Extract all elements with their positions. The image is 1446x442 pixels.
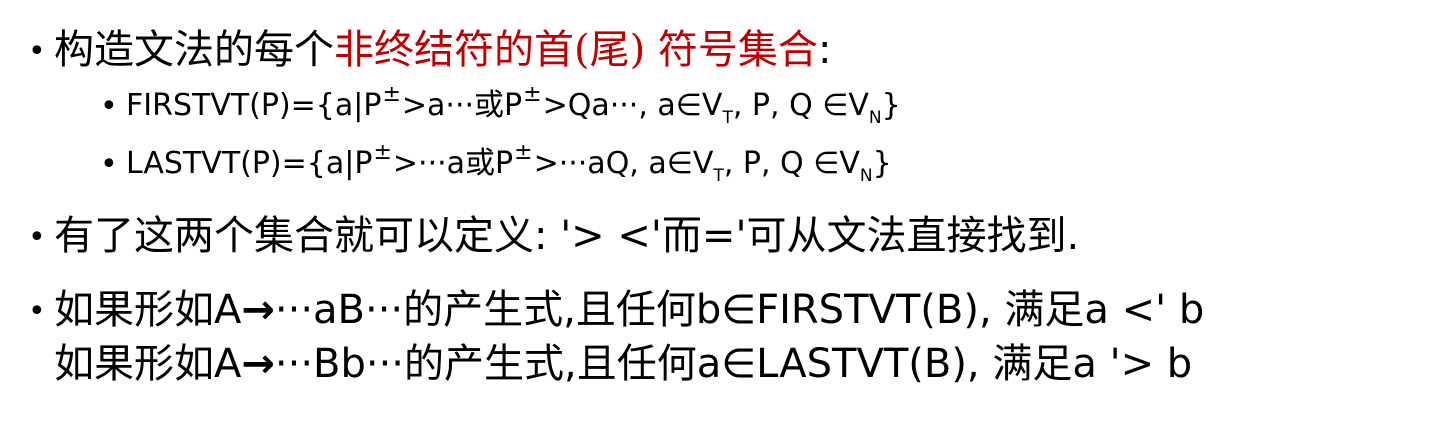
line1-suffix: :	[817, 27, 832, 73]
bullet-icon: •	[100, 88, 118, 124]
bullet-icon: •	[28, 294, 46, 329]
line1-highlight: 非终结符的首(尾) 符号集合	[334, 27, 818, 73]
lastvt-definition: • LASTVT(P)={a|P±>···a或P±>···aQ, a∈VT, P,…	[100, 142, 892, 185]
lastvt-part4: , P, Q ∈V	[723, 146, 860, 181]
bullet-line-relations: • 有了这两个集合就可以定义: '> <'而='可从文法直接找到.	[28, 216, 1079, 256]
firstvt-part3: >Qa···, a∈V	[542, 88, 723, 123]
plus-minus-icon: ±	[373, 140, 392, 165]
bullet-line-nonterminal-sets: • 构造文法的每个非终结符的首(尾) 符号集合:	[28, 30, 831, 70]
lastvt-part2: >···a或P	[392, 146, 514, 181]
line5-part1: 如果形如A	[54, 287, 242, 333]
line6-part2: ···Bb···的产生式,且任何a∈LASTVT(B), 满足a '> b	[274, 341, 1193, 387]
firstvt-part2: >a···或P	[401, 88, 523, 123]
line5-part2: ···aB···的产生式,且任何b∈FIRSTVT(B), 满足a <' b	[274, 287, 1205, 333]
plus-minus-icon: ±	[523, 82, 542, 107]
slide: • 构造文法的每个非终结符的首(尾) 符号集合: • FIRSTVT(P)={a|P…	[0, 0, 1446, 442]
line6-part1: 如果形如A	[54, 341, 242, 387]
subscript-t: T	[722, 108, 733, 128]
plus-minus-icon: ±	[382, 82, 401, 107]
bullet-line-firstvt-rule: • 如果形如A→···aB···的产生式,且任何b∈FIRSTVT(B), 满足a…	[28, 290, 1204, 330]
firstvt-definition: • FIRSTVT(P)={a|P±>a···或P±>Qa···, a∈VT, P…	[100, 84, 901, 127]
subscript-n: N	[868, 108, 882, 128]
firstvt-part1: FIRSTVT(P)={a|P	[126, 88, 382, 123]
firstvt-part5: }	[881, 88, 901, 123]
plus-minus-icon: ±	[514, 140, 533, 165]
lastvt-part3: >···aQ, a∈V	[533, 146, 714, 181]
bullet-icon: •	[100, 146, 118, 182]
right-arrow-icon: →	[241, 341, 275, 387]
subscript-n: N	[859, 166, 873, 186]
lastvt-part1: LASTVT(P)={a|P	[126, 146, 373, 181]
lastvt-part5: }	[872, 146, 892, 181]
right-arrow-icon: →	[241, 287, 275, 333]
bullet-icon: •	[28, 34, 46, 69]
firstvt-part4: , P, Q ∈V	[732, 88, 869, 123]
bullet-icon: •	[28, 220, 46, 255]
subscript-t: T	[713, 166, 724, 186]
line1-prefix: 构造文法的每个	[54, 27, 334, 73]
line4-text: 有了这两个集合就可以定义: '> <'而='可从文法直接找到.	[54, 213, 1080, 259]
lastvt-rule-line: 如果形如A→···Bb···的产生式,且任何a∈LASTVT(B), 满足a '…	[54, 344, 1192, 384]
